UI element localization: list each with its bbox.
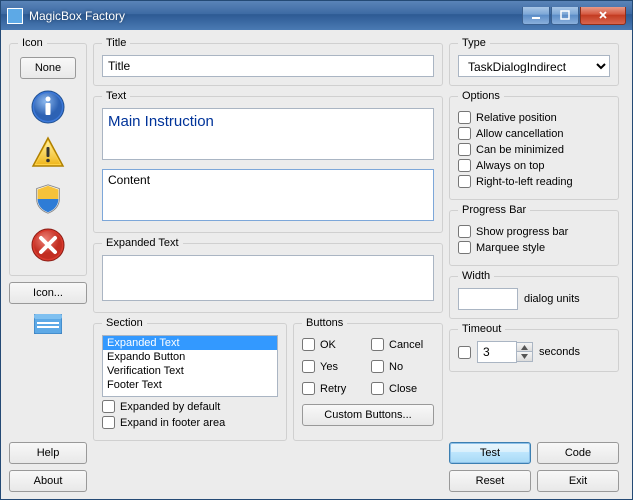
list-item[interactable]: Verification Text <box>103 364 277 378</box>
timeout-units: seconds <box>539 346 580 358</box>
on-top-checkbox[interactable]: Always on top <box>458 159 610 172</box>
close-checkbox[interactable]: Close <box>371 382 434 395</box>
error-icon[interactable] <box>30 227 66 263</box>
buttons-legend: Buttons <box>302 317 347 329</box>
title-legend: Title <box>102 37 130 49</box>
timeout-spinner[interactable] <box>477 341 533 363</box>
section-legend: Section <box>102 317 147 329</box>
titlebar: MagicBox Factory <box>0 0 633 30</box>
list-item[interactable]: Expanded Text <box>103 336 277 350</box>
show-progress-checkbox[interactable]: Show progress bar <box>458 225 610 238</box>
content-input[interactable]: Content <box>102 169 434 221</box>
width-legend: Width <box>458 270 494 282</box>
yes-checkbox[interactable]: Yes <box>302 360 365 373</box>
help-button[interactable]: Help <box>9 442 87 464</box>
type-group: Type TaskDialogIndirect <box>449 37 619 86</box>
list-item[interactable]: Footer Text <box>103 378 277 392</box>
about-button[interactable]: About <box>9 470 87 492</box>
progress-legend: Progress Bar <box>458 204 530 216</box>
options-legend: Options <box>458 90 504 102</box>
relative-position-checkbox[interactable]: Relative position <box>458 111 610 124</box>
spinner-down-icon[interactable] <box>517 352 532 361</box>
timeout-legend: Timeout <box>458 323 505 335</box>
allow-cancel-checkbox[interactable]: Allow cancellation <box>458 127 610 140</box>
marquee-checkbox[interactable]: Marquee style <box>458 241 610 254</box>
window-title: MagicBox Factory <box>29 9 522 23</box>
code-button[interactable]: Code <box>537 442 619 464</box>
minimize-button[interactable] <box>522 7 550 25</box>
expand-footer-checkbox[interactable]: Expand in footer area <box>102 416 278 429</box>
retry-checkbox[interactable]: Retry <box>302 382 365 395</box>
expanded-default-checkbox[interactable]: Expanded by default <box>102 400 278 413</box>
list-item[interactable]: Expando Button <box>103 350 277 364</box>
timeout-enable-checkbox[interactable] <box>458 346 471 359</box>
no-checkbox[interactable]: No <box>371 360 434 373</box>
minimized-checkbox[interactable]: Can be minimized <box>458 143 610 156</box>
type-legend: Type <box>458 37 490 49</box>
warning-icon[interactable] <box>30 135 66 171</box>
timeout-group: Timeout seconds <box>449 323 619 372</box>
main-instruction-input[interactable]: Main Instruction <box>102 108 434 160</box>
rtl-checkbox[interactable]: Right-to-left reading <box>458 175 610 188</box>
text-group: Text Main Instruction Content <box>93 90 443 233</box>
icon-browse-button[interactable]: Icon... <box>9 282 87 304</box>
custom-buttons-button[interactable]: Custom Buttons... <box>302 404 434 426</box>
icon-legend: Icon <box>18 37 47 49</box>
shield-icon[interactable] <box>30 181 66 217</box>
expanded-text-group: Expanded Text <box>93 237 443 313</box>
icon-group: Icon None <box>9 37 87 276</box>
reset-button[interactable]: Reset <box>449 470 531 492</box>
title-input[interactable] <box>102 55 434 77</box>
close-button[interactable] <box>580 7 626 25</box>
test-button[interactable]: Test <box>449 442 531 464</box>
text-legend: Text <box>102 90 130 102</box>
width-input[interactable] <box>458 288 518 310</box>
ok-checkbox[interactable]: OK <box>302 338 365 351</box>
options-group: Options Relative position Allow cancella… <box>449 90 619 200</box>
exit-button[interactable]: Exit <box>537 470 619 492</box>
buttons-group: Buttons OK Cancel Yes No Retry Close Cus… <box>293 317 443 441</box>
section-listbox[interactable]: Expanded Text Expando Button Verificatio… <box>102 335 278 397</box>
info-icon[interactable] <box>30 89 66 125</box>
app-icon <box>7 8 23 24</box>
title-group: Title <box>93 37 443 86</box>
width-units: dialog units <box>524 293 580 305</box>
progress-group: Progress Bar Show progress bar Marquee s… <box>449 204 619 266</box>
preview-icon <box>34 314 62 337</box>
expanded-legend: Expanded Text <box>102 237 183 249</box>
spinner-up-icon[interactable] <box>517 343 532 352</box>
expanded-text-input[interactable] <box>102 255 434 301</box>
timeout-value[interactable] <box>477 341 517 363</box>
width-group: Width dialog units <box>449 270 619 319</box>
section-group: Section Expanded Text Expando Button Ver… <box>93 317 287 441</box>
maximize-button[interactable] <box>551 7 579 25</box>
icon-none-button[interactable]: None <box>20 57 76 79</box>
type-select[interactable]: TaskDialogIndirect <box>458 55 610 77</box>
cancel-checkbox[interactable]: Cancel <box>371 338 434 351</box>
